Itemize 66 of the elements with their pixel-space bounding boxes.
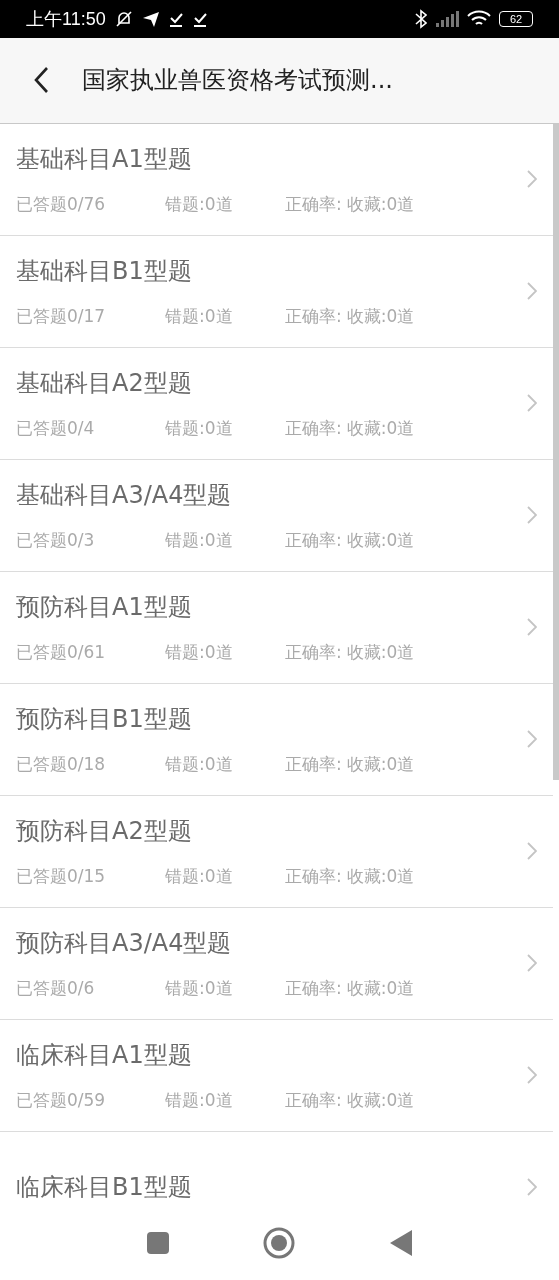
bluetooth-icon — [415, 9, 427, 29]
page-title: 国家执业兽医资格考试预测... — [82, 65, 393, 97]
chevron-right-icon — [527, 282, 537, 301]
item-title: 临床科目A1型题 — [16, 1039, 193, 1071]
favorites-count: 收藏:0道 — [346, 976, 415, 1000]
wrong-count: 错题:0道 — [165, 752, 234, 776]
exam-item[interactable]: 预防科目A3/A4型题 已答题0/6 错题:0道 正确率: 收藏:0道 — [0, 907, 553, 1020]
accuracy-label: 正确率: — [285, 528, 342, 552]
favorites-count: 收藏:0道 — [346, 864, 415, 888]
accuracy-label: 正确率: — [285, 752, 342, 776]
answered-count: 已答题0/61 — [16, 640, 107, 664]
back-chevron-icon — [33, 66, 49, 95]
chevron-right-icon — [527, 394, 537, 413]
item-title: 基础科目A2型题 — [16, 367, 193, 399]
answered-count: 已答题0/17 — [16, 304, 107, 328]
favorites-count: 收藏:0道 — [346, 416, 415, 440]
chevron-right-icon — [527, 618, 537, 637]
exam-item[interactable]: 临床科目A1型题 已答题0/59 错题:0道 正确率: 收藏:0道 — [0, 1019, 553, 1132]
favorites-count: 收藏:0道 — [346, 528, 415, 552]
accuracy-label: 正确率: — [285, 192, 342, 216]
chevron-right-icon — [527, 170, 537, 189]
answered-count: 已答题0/76 — [16, 192, 107, 216]
wrong-count: 错题:0道 — [165, 416, 234, 440]
chevron-right-icon — [527, 506, 537, 525]
favorites-count: 收藏:0道 — [346, 752, 415, 776]
battery-icon: 62 — [499, 11, 533, 27]
chevron-right-icon — [527, 954, 537, 973]
exam-item[interactable]: 预防科目A2型题 已答题0/15 错题:0道 正确率: 收藏:0道 — [0, 795, 553, 908]
chevron-right-icon — [527, 730, 537, 749]
accuracy-label: 正确率: — [285, 304, 342, 328]
answered-count: 已答题0/59 — [16, 1088, 107, 1112]
accuracy-label: 正确率: — [285, 416, 342, 440]
item-title: 临床科目B1型题 — [16, 1172, 193, 1204]
answered-count: 已答题0/15 — [16, 864, 107, 888]
chevron-right-icon — [527, 1066, 537, 1085]
item-title: 基础科目A1型题 — [16, 143, 193, 175]
answered-count: 已答题0/6 — [16, 976, 96, 1000]
wrong-count: 错题:0道 — [165, 864, 234, 888]
favorites-count: 收藏:0道 — [346, 640, 415, 664]
favorites-count: 收藏:0道 — [346, 192, 415, 216]
favorites-count: 收藏:0道 — [346, 304, 415, 328]
item-title: 预防科目A3/A4型题 — [16, 927, 233, 959]
item-title: 预防科目A1型题 — [16, 591, 193, 623]
answered-count: 已答题0/18 — [16, 752, 107, 776]
wrong-count: 错题:0道 — [165, 304, 234, 328]
wrong-count: 错题:0道 — [165, 640, 234, 664]
item-title: 基础科目A3/A4型题 — [16, 479, 233, 511]
accuracy-label: 正确率: — [285, 640, 342, 664]
item-title: 预防科目B1型题 — [16, 703, 193, 735]
favorites-count: 收藏:0道 — [346, 1088, 415, 1112]
answered-count: 已答题0/3 — [16, 528, 96, 552]
chevron-right-icon — [527, 1178, 537, 1197]
wrong-count: 错题:0道 — [165, 528, 234, 552]
status-time: 上午11:50 — [26, 8, 106, 31]
item-title: 基础科目B1型题 — [16, 255, 193, 287]
accuracy-label: 正确率: — [285, 864, 342, 888]
accuracy-label: 正确率: — [285, 1088, 342, 1112]
send-icon — [141, 10, 160, 28]
accuracy-label: 正确率: — [285, 976, 342, 1000]
wrong-count: 错题:0道 — [165, 192, 234, 216]
item-title: 预防科目A2型题 — [16, 815, 193, 847]
wrong-count: 错题:0道 — [165, 1088, 234, 1112]
signal-icon — [435, 10, 459, 28]
wrong-count: 错题:0道 — [165, 976, 234, 1000]
answered-count: 已答题0/4 — [16, 416, 96, 440]
chevron-right-icon — [527, 842, 537, 861]
